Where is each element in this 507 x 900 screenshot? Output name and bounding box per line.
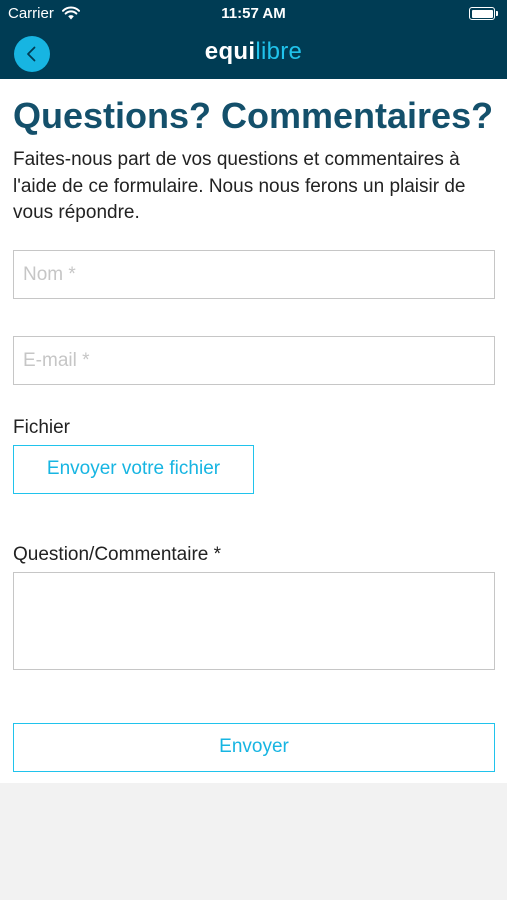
question-textarea[interactable] (14, 573, 494, 669)
status-time: 11:57 AM (221, 5, 286, 22)
logo-text-secondary: libre (255, 38, 303, 65)
question-textarea-container (13, 572, 495, 670)
app-logo: equilibre (0, 38, 507, 66)
app-header: Carrier 11:57 AM equilibre (0, 0, 507, 79)
upload-file-button[interactable]: Envoyer votre fichier (13, 445, 254, 494)
contact-form: Questions? Commentaires? Faites-nous par… (0, 79, 507, 783)
file-label: Fichier (13, 417, 71, 438)
submit-button[interactable]: Envoyer (13, 723, 495, 772)
name-field-container (13, 250, 495, 299)
email-field-container (13, 336, 495, 385)
battery-icon (469, 7, 498, 20)
name-field[interactable] (14, 251, 494, 298)
logo-text-primary: equi (204, 38, 256, 65)
question-label: Question/Commentaire * (13, 544, 222, 565)
status-bar: Carrier 11:57 AM (0, 0, 507, 28)
email-field[interactable] (14, 337, 494, 384)
page-title: Questions? Commentaires? (13, 95, 494, 136)
intro-text: Faites-nous part de vos questions et com… (13, 149, 466, 223)
